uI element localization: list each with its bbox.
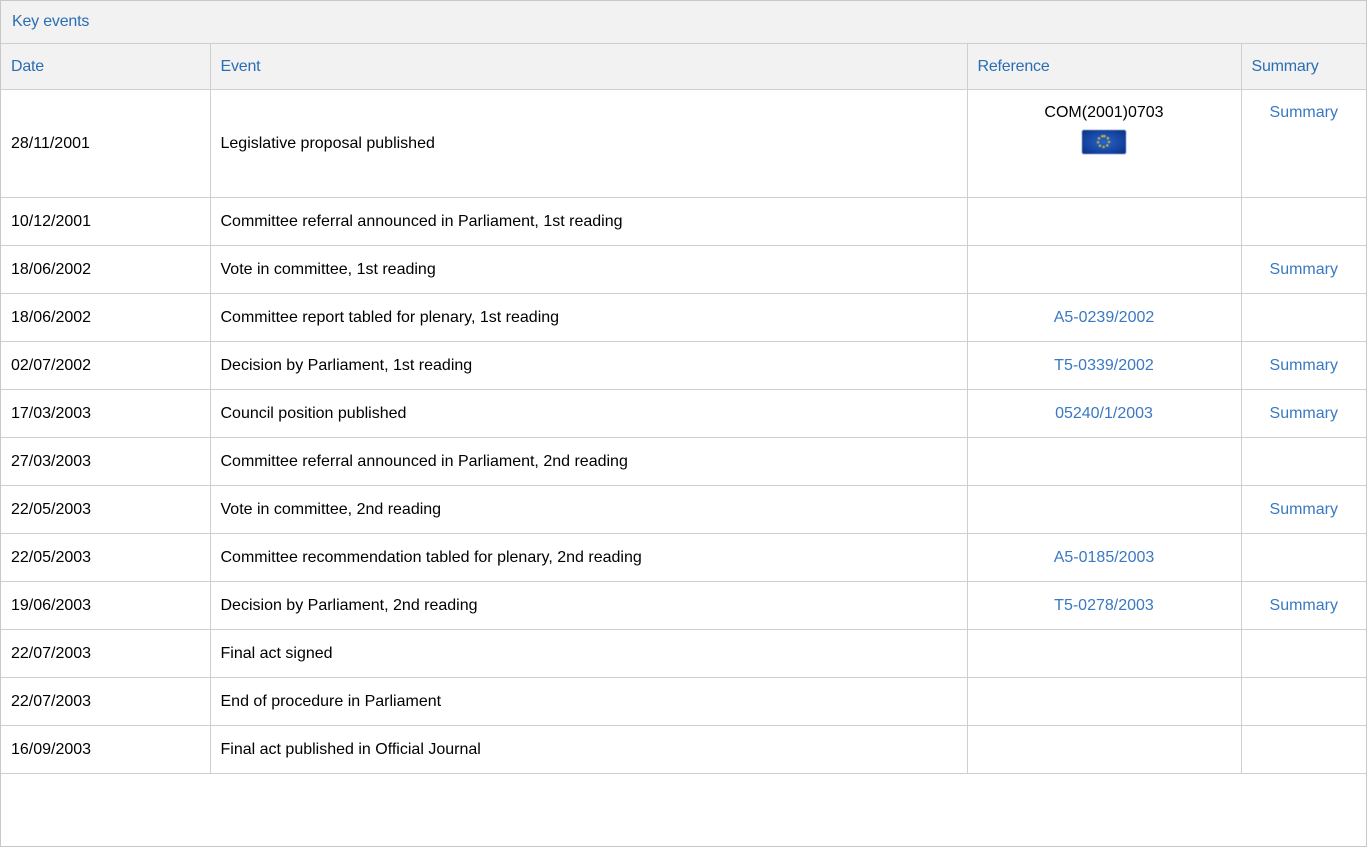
event-date: 18/06/2002 (1, 293, 210, 342)
event-date: 17/03/2003 (1, 389, 210, 438)
event-description: Committee recommendation tabled for plen… (209, 533, 967, 582)
event-description: Legislative proposal published (209, 89, 967, 198)
event-description: Council position published (209, 389, 967, 438)
event-date: 18/06/2002 (1, 245, 210, 294)
column-header-date[interactable]: Date (1, 44, 210, 90)
summary-cell: Summary (1240, 341, 1366, 390)
event-date: 22/07/2003 (1, 629, 210, 678)
reference-cell: A5-0239/2002 (966, 293, 1241, 342)
summary-cell (1240, 533, 1366, 582)
summary-link[interactable]: Summary (1270, 261, 1338, 278)
event-date: 22/07/2003 (1, 677, 210, 726)
table-header-row: Date Event Reference Summary (1, 44, 1366, 90)
reference-link[interactable]: A5-0239/2002 (1054, 309, 1155, 326)
table-row: 02/07/2002 Decision by Parliament, 1st re… (1, 341, 1366, 390)
table-row: 17/03/2003 Council position published 0524… (1, 389, 1366, 438)
reference-link[interactable]: T5-0278/2003 (1054, 597, 1154, 614)
event-description: Final act signed (209, 629, 967, 678)
reference-cell (966, 725, 1241, 774)
summary-cell (1240, 677, 1366, 726)
reference-cell: 05240/1/2003 (966, 389, 1241, 438)
reference-cell (966, 629, 1241, 678)
key-events-table: Date Event Reference Summary 28/11/2001 L… (1, 44, 1366, 774)
table-row: 19/06/2003 Decision by Parliament, 2nd re… (1, 581, 1366, 630)
reference-cell (966, 485, 1241, 534)
event-date: 27/03/2003 (1, 437, 210, 486)
summary-cell: Summary (1240, 89, 1366, 198)
reference-cell (966, 245, 1241, 294)
event-description: Committee referral announced in Parliame… (209, 197, 967, 246)
summary-cell: Summary (1240, 245, 1366, 294)
table-row: 22/07/2003 End of procedure in Parliament (1, 677, 1366, 726)
summary-link[interactable]: Summary (1270, 357, 1338, 374)
column-header-reference[interactable]: Reference (966, 44, 1241, 90)
panel-title: Key events (1, 1, 1366, 44)
reference-cell: T5-0339/2002 (966, 341, 1241, 390)
reference-cell: COM(2001)0703 (966, 89, 1241, 198)
table-row: 22/05/2003 Committee recommendation table… (1, 533, 1366, 582)
reference-cell (966, 677, 1241, 726)
column-header-summary[interactable]: Summary (1240, 44, 1366, 90)
summary-cell: Summary (1240, 581, 1366, 630)
summary-link[interactable]: Summary (1270, 104, 1338, 121)
reference-link[interactable]: T5-0339/2002 (1054, 357, 1154, 374)
event-description: End of procedure in Parliament (209, 677, 967, 726)
table-body: 28/11/2001 Legislative proposal published… (1, 89, 1366, 774)
summary-cell (1240, 725, 1366, 774)
table-row: 22/05/2003 Vote in committee, 2nd reading… (1, 485, 1366, 534)
event-description: Vote in committee, 1st reading (209, 245, 967, 294)
column-header-event[interactable]: Event (209, 44, 967, 90)
summary-link[interactable]: Summary (1270, 597, 1338, 614)
reference-cell (966, 437, 1241, 486)
event-date: 28/11/2001 (1, 89, 210, 198)
reference-cell (966, 197, 1241, 246)
table-row: 16/09/2003 Final act published in Officia… (1, 725, 1366, 774)
event-date: 10/12/2001 (1, 197, 210, 246)
event-description: Vote in committee, 2nd reading (209, 485, 967, 534)
summary-cell: Summary (1240, 485, 1366, 534)
reference-link[interactable]: 05240/1/2003 (1055, 405, 1153, 422)
event-description: Final act published in Official Journal (209, 725, 967, 774)
summary-link[interactable]: Summary (1270, 501, 1338, 518)
event-date: 02/07/2002 (1, 341, 210, 390)
table-row: 18/06/2002 Committee report tabled for pl… (1, 293, 1366, 342)
table-row: 10/12/2001 Committee referral announced i… (1, 197, 1366, 246)
event-description: Decision by Parliament, 1st reading (209, 341, 967, 390)
table-row: 28/11/2001 Legislative proposal published… (1, 89, 1366, 198)
event-date: 22/05/2003 (1, 533, 210, 582)
event-description: Committee report tabled for plenary, 1st… (209, 293, 967, 342)
reference-cell: A5-0185/2003 (966, 533, 1241, 582)
key-events-panel: Key events Date Event Reference Summary … (0, 0, 1367, 847)
table-row: 18/06/2002 Vote in committee, 1st reading… (1, 245, 1366, 294)
event-date: 19/06/2003 (1, 581, 210, 630)
event-date: 16/09/2003 (1, 725, 210, 774)
summary-cell: Summary (1240, 389, 1366, 438)
summary-cell (1240, 629, 1366, 678)
summary-cell (1240, 197, 1366, 246)
summary-cell (1240, 437, 1366, 486)
table-row: 22/07/2003 Final act signed (1, 629, 1366, 678)
event-description: Decision by Parliament, 2nd reading (209, 581, 967, 630)
summary-cell (1240, 293, 1366, 342)
reference-text: COM(2001)0703 (1044, 104, 1164, 121)
eu-flag-icon[interactable] (1082, 130, 1126, 154)
reference-cell: T5-0278/2003 (966, 581, 1241, 630)
summary-link[interactable]: Summary (1270, 405, 1338, 422)
reference-link[interactable]: A5-0185/2003 (1054, 549, 1155, 566)
event-description: Committee referral announced in Parliame… (209, 437, 967, 486)
table-row: 27/03/2003 Committee referral announced i… (1, 437, 1366, 486)
event-date: 22/05/2003 (1, 485, 210, 534)
